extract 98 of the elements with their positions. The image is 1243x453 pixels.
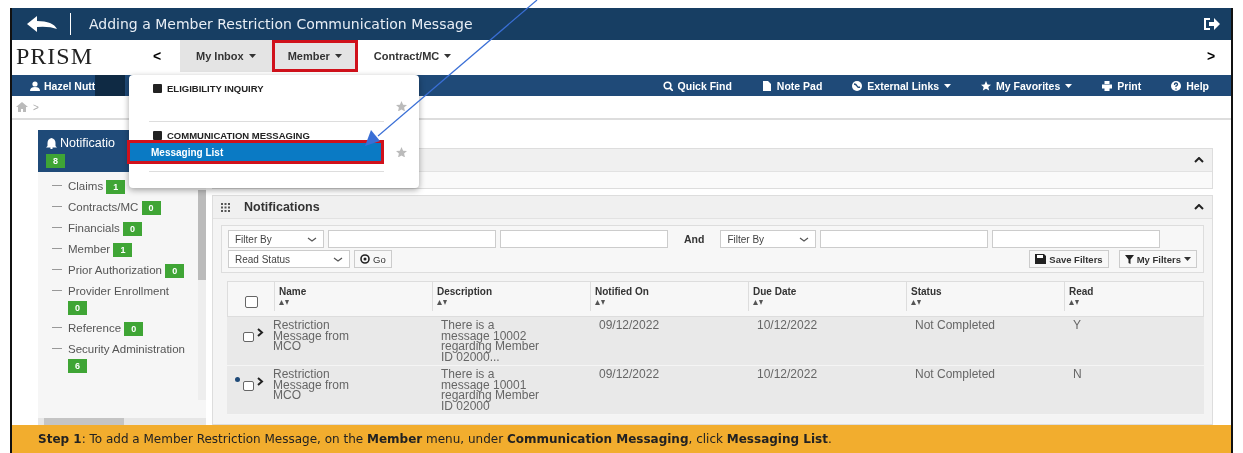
text-field[interactable] [328, 230, 496, 248]
redaction-block [95, 75, 126, 96]
star-icon[interactable] [396, 147, 407, 157]
window-title: Adding a Member Restriction Communication Message [89, 16, 474, 32]
document-icon [761, 80, 772, 91]
horizontal-scrollbar[interactable] [38, 418, 206, 425]
caret-icon [1184, 257, 1191, 261]
table-cell-text: Restriction Message from MCO [273, 369, 351, 404]
toolbar-link[interactable]: Help [1171, 79, 1209, 92]
dropdown-select[interactable]: Read Status [228, 250, 350, 268]
toolbar-link[interactable]: External Links [852, 79, 952, 92]
exit-button[interactable] [1203, 16, 1221, 32]
text-field[interactable] [820, 230, 989, 248]
user-icon [30, 80, 40, 91]
table-row[interactable]: Restriction Message from MCO There is a message 10002 regarding Member ID 02000... 09/12/2022 10/12/2022 Not Completed Y [227, 317, 1204, 366]
caret-icon [248, 54, 256, 58]
sort-icon[interactable] [1069, 300, 1079, 306]
chevron-right-icon[interactable] [257, 377, 264, 386]
row-checkbox[interactable] [243, 381, 254, 391]
sort-icon[interactable] [911, 300, 921, 306]
caret-icon [334, 54, 342, 58]
bell-icon [46, 137, 57, 149]
table-cell-text: 10/12/2022 [756, 369, 819, 383]
sidebar-item[interactable]: Financials 0 [68, 220, 142, 236]
breadcrumb-separator: > [33, 101, 39, 113]
sort-icon[interactable] [279, 300, 289, 306]
chevron-right-icon[interactable] [257, 328, 264, 337]
dropdown-select[interactable]: Filter By [228, 230, 324, 248]
sidebar-item[interactable]: Contracts/MC 0 [68, 199, 161, 215]
column-header: Name [279, 286, 308, 297]
table-cell-text: There is a message 10001 regarding Member ID 02000 [440, 369, 541, 411]
printer-icon [1102, 80, 1113, 91]
and-label: And [684, 233, 705, 245]
table-cell-text: 09/12/2022 [598, 320, 661, 334]
table-cell-text: 09/12/2022 [598, 369, 661, 383]
column-header: Status [911, 286, 943, 297]
sidebar-item[interactable]: Member 1 [68, 241, 133, 257]
floppy-icon [1035, 254, 1047, 264]
toolbar-link[interactable]: Note Pad [761, 79, 823, 92]
globe-icon [852, 80, 863, 91]
chevron-up-icon[interactable] [1194, 204, 1204, 210]
column-header: Notified On [595, 286, 650, 297]
menu-item[interactable]: Messaging List [129, 142, 382, 162]
table-cell-text: Restriction Message from MCO [273, 320, 351, 355]
sidebar-item[interactable]: Reference 0 [68, 320, 144, 336]
sidebar-title: Notificatio [60, 136, 115, 150]
next-button[interactable]: > [1191, 40, 1231, 72]
grid-icon [221, 202, 230, 212]
column-header: Description [437, 286, 493, 297]
filter-icon [1124, 254, 1134, 264]
caret-icon [444, 54, 452, 58]
prism-logo: PRISM [15, 41, 95, 71]
select-all-checkbox[interactable] [244, 296, 258, 308]
menu-heading: ELIGIBILITY INQUIRY [167, 82, 264, 94]
sidebar-item[interactable]: Claims 1 [68, 178, 126, 194]
chevron-up-icon[interactable] [1194, 157, 1204, 163]
sort-icon[interactable] [437, 300, 447, 306]
previous-button[interactable]: < [134, 40, 180, 72]
table-cell-text: Not Completed [914, 369, 997, 383]
my-filters-button[interactable]: My Filters [1118, 250, 1197, 268]
star-icon[interactable] [396, 101, 407, 111]
panel-title: Notifications [244, 200, 321, 214]
table-cell-text: N [1072, 369, 1083, 383]
sort-icon[interactable] [595, 300, 605, 306]
go-button[interactable]: Go [354, 250, 392, 268]
star-icon [981, 80, 992, 91]
table-cell-text: There is a message 10002 regarding Member ID 02000... [440, 320, 541, 362]
text-field[interactable] [992, 230, 1161, 248]
help-icon [1171, 80, 1182, 91]
table-row[interactable]: Restriction Message from MCO There is a message 10001 regarding Member ID 02000 09/12/2022 10/12/2022 Not Completed N [227, 366, 1204, 415]
chevron-down-icon [799, 236, 810, 242]
save-filters-button[interactable]: Save Filters [1029, 250, 1109, 268]
vertical-scrollbar[interactable] [198, 190, 206, 400]
table-cell-text: Y [1072, 320, 1082, 334]
sidebar-item[interactable]: Prior Authorization 0 [68, 262, 185, 278]
target-icon [360, 254, 370, 264]
chevron-down-icon [307, 236, 317, 242]
table-cell-text: 10/12/2022 [756, 320, 819, 334]
toolbar-link[interactable]: Print [1102, 79, 1142, 92]
sidebar-item[interactable]: Security Administration 6 [68, 341, 190, 373]
row-checkbox[interactable] [243, 332, 254, 342]
text-field[interactable] [500, 230, 668, 248]
column-header: Due Date [753, 286, 798, 297]
user-name: Hazel Nutt [44, 79, 96, 92]
menu-tab[interactable]: My Inbox [180, 40, 272, 72]
sidebar-item[interactable]: Provider Enrollment 0 [68, 283, 190, 315]
count-badge: 8 [46, 154, 65, 168]
toolbar-link[interactable]: My Favorites [981, 79, 1073, 92]
menu-tab[interactable]: Member [271, 40, 358, 72]
sort-icon[interactable] [753, 300, 763, 306]
instruction-text: Step 1: To add a Member Restriction Message, on the Member menu, under Communication Messaging, click Messaging List. [38, 432, 832, 446]
toolbar-link[interactable]: Quick Find [662, 79, 732, 92]
table-cell-text: Not Completed [914, 320, 997, 334]
dropdown-select[interactable]: Filter By [720, 230, 817, 248]
chevron-down-icon [333, 256, 343, 262]
search-icon [662, 80, 673, 91]
column-header: Read [1069, 286, 1095, 297]
back-button[interactable] [26, 15, 58, 33]
